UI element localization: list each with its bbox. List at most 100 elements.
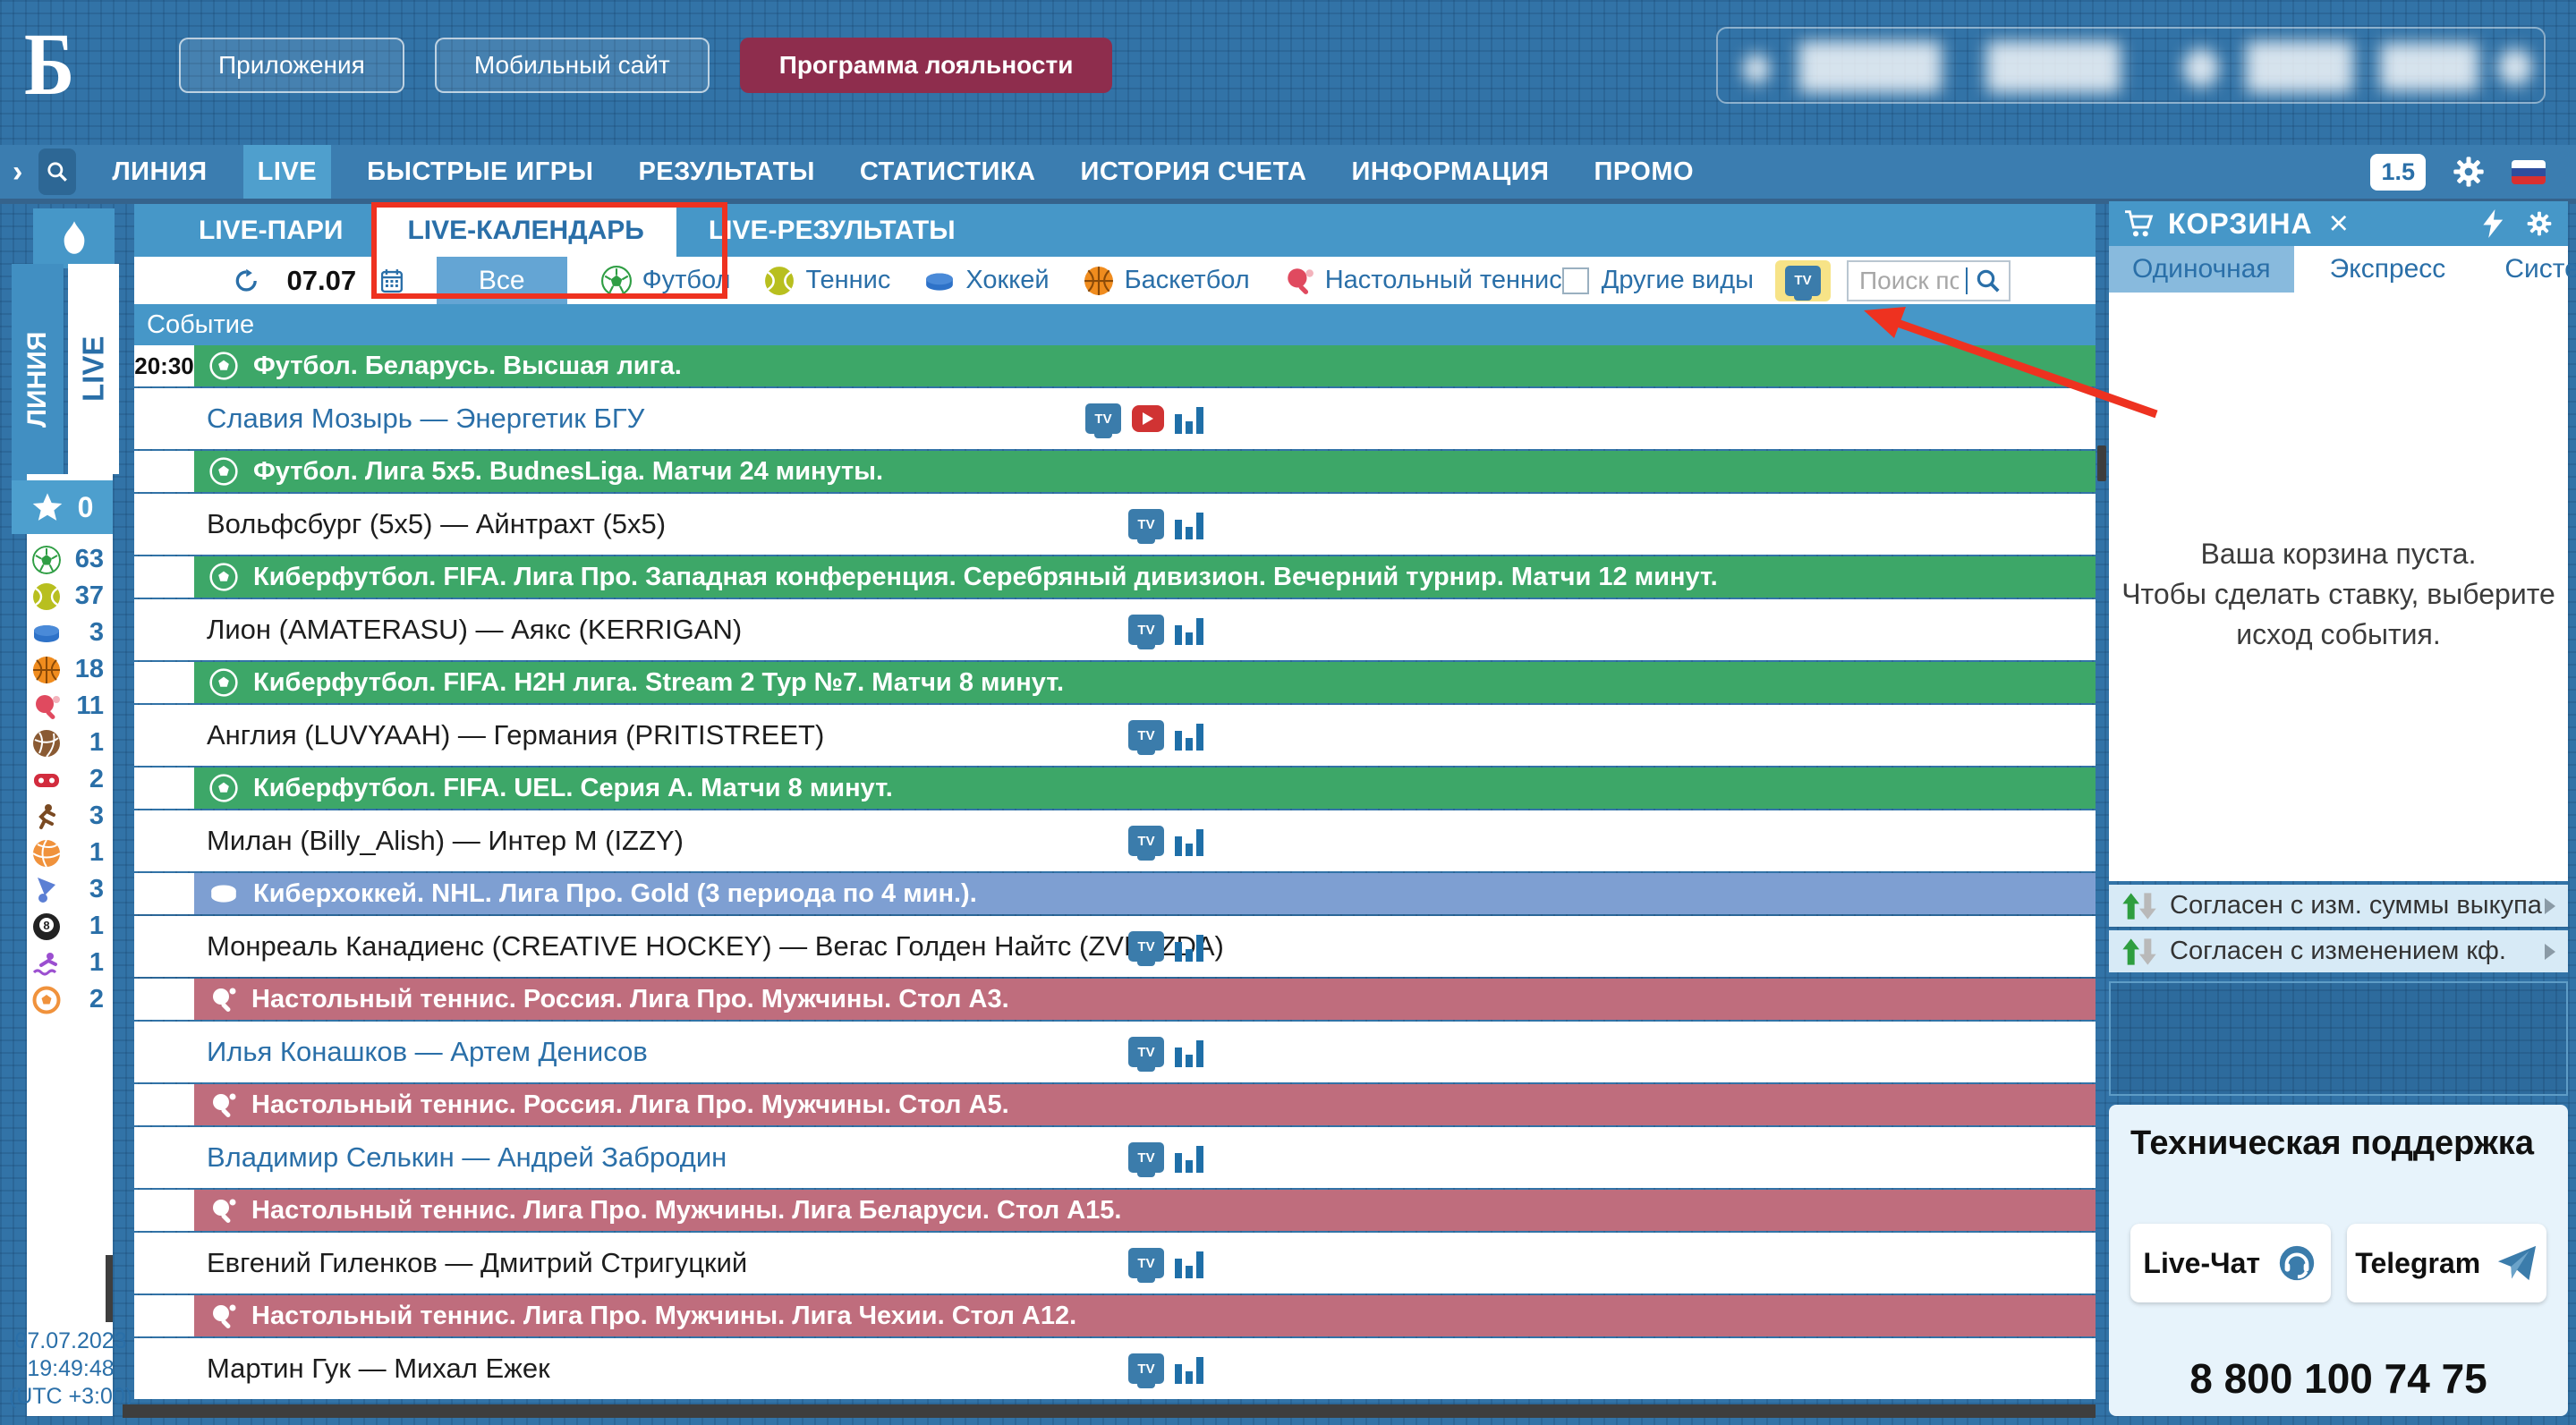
match-row[interactable]: Илья Конашков — Артем Денисов TV <box>134 1022 2096 1082</box>
stats-icon[interactable] <box>1175 1248 1203 1278</box>
tv-filter-button[interactable]: TV <box>1775 260 1831 301</box>
match-row[interactable]: Вольфсбург (5х5) — Айнтрахт (5х5) TV <box>134 494 2096 555</box>
tv-stream-icon[interactable]: TV <box>1128 1037 1164 1067</box>
tv-stream-icon[interactable]: TV <box>1085 403 1121 434</box>
cart-option-odds-change[interactable]: Согласен с изменением кф. <box>2109 930 2568 972</box>
tv-stream-icon[interactable]: TV <box>1128 931 1164 962</box>
nav-item-fast-games[interactable]: БЫСТРЫЕ ИГРЫ <box>358 145 602 199</box>
sidebar-sport-football[interactable]: 63 <box>27 541 113 578</box>
cart-settings-gear-icon[interactable] <box>2525 209 2554 238</box>
match-row[interactable]: Монреаль Канадиенс (CREATIVE HOCKEY) — В… <box>134 916 2096 977</box>
other-sports-checkbox[interactable] <box>1562 267 1589 294</box>
youtube-icon[interactable] <box>1132 405 1164 432</box>
telegram-button[interactable]: Telegram <box>2347 1224 2547 1302</box>
gear-icon[interactable] <box>2451 154 2487 190</box>
language-flag-ru[interactable] <box>2512 160 2546 184</box>
match-title[interactable]: Англия (LUVYAAH) — Германия (PRITISTREET… <box>207 719 824 751</box>
filter-sport-table-tennis[interactable]: Настольный теннис <box>1284 266 1562 296</box>
match-title[interactable]: Мартин Гук — Михал Ежек <box>207 1353 550 1385</box>
stats-icon[interactable] <box>1175 1142 1203 1173</box>
match-row[interactable]: Владимир Селькин — Андрей Забродин TV <box>134 1127 2096 1188</box>
match-row[interactable]: Лион (AMATERASU) — Аякс (KERRIGAN) TV <box>134 599 2096 660</box>
sidebar-sport-futsal[interactable]: 2 <box>27 981 113 1018</box>
tv-stream-icon[interactable]: TV <box>1128 1248 1164 1278</box>
match-row[interactable]: Милан (Billy_Alish) — Интер М (IZZY) TV <box>134 810 2096 871</box>
nav-item-promo[interactable]: ПРОМО <box>1586 145 1704 199</box>
match-title[interactable]: Евгений Гиленков — Дмитрий Стригуцкий <box>207 1247 747 1279</box>
sidebar-sport-tennis[interactable]: 37 <box>27 578 113 615</box>
sidebar-sport-table-tennis[interactable]: 11 <box>27 688 113 725</box>
nav-item-results[interactable]: РЕЗУЛЬТАТЫ <box>629 145 823 199</box>
stats-icon[interactable] <box>1175 1037 1203 1067</box>
expand-chevron-icon[interactable]: › <box>13 155 22 190</box>
apps-button[interactable]: Приложения <box>179 38 404 93</box>
nav-item-line[interactable]: ЛИНИЯ <box>103 145 216 199</box>
tv-stream-icon[interactable]: TV <box>1128 1353 1164 1384</box>
sidebar-sport-water-polo[interactable]: 1 <box>27 945 113 981</box>
favorites-row[interactable]: 0 <box>12 480 113 534</box>
filter-sport-tennis[interactable]: Теннис <box>764 266 890 296</box>
sidebar-scrollbar-thumb[interactable] <box>106 1255 113 1322</box>
nav-item-information[interactable]: ИНФОРМАЦИЯ <box>1342 145 1558 199</box>
sidebar-tab-line[interactable]: ЛИНИЯ <box>12 264 64 495</box>
other-sports-label[interactable]: Другие виды <box>1602 266 1754 295</box>
tab-live-pari[interactable]: LIVE-ПАРИ <box>166 204 375 257</box>
tv-stream-icon[interactable]: TV <box>1128 720 1164 751</box>
league-header-row[interactable]: Киберфутбол. FIFA. UEL. Серия А. Матчи 8… <box>134 768 2096 809</box>
nav-item-bet-history[interactable]: ИСТОРИЯ СЧЕТА <box>1071 145 1315 199</box>
sidebar-sport-billiards[interactable]: 8 1 <box>27 908 113 945</box>
cart-tab-system[interactable]: Система <box>2481 246 2576 293</box>
search-events-input[interactable]: Поиск по <box>1847 260 2011 301</box>
horizontal-scrollbar[interactable] <box>123 1404 2096 1418</box>
match-title[interactable]: Владимир Селькин — Андрей Забродин <box>207 1141 727 1174</box>
hot-events-button[interactable] <box>33 208 115 268</box>
league-header-row[interactable]: Киберфутбол. FIFA. H2H лига. Stream 2 Ту… <box>134 662 2096 703</box>
stats-icon[interactable] <box>1175 720 1203 751</box>
league-header-row[interactable]: Настольный теннис. Россия. Лига Про. Муж… <box>134 979 2096 1020</box>
stats-icon[interactable] <box>1175 615 1203 645</box>
league-header-row[interactable]: Настольный теннис. Россия. Лига Про. Муж… <box>134 1084 2096 1125</box>
tv-stream-icon[interactable]: TV <box>1128 1142 1164 1173</box>
sidebar-sport-cybersport[interactable]: 2 <box>27 761 113 798</box>
match-row[interactable]: Англия (LUVYAAH) — Германия (PRITISTREET… <box>134 705 2096 766</box>
close-icon[interactable]: × <box>2329 207 2349 241</box>
league-header-row[interactable]: Настольный теннис. Лига Про. Мужчины. Ли… <box>134 1295 2096 1336</box>
league-header-row[interactable]: 20:30 Футбол. Беларусь. Высшая лига. <box>134 345 2096 386</box>
sidebar-sport-badminton[interactable]: 3 <box>27 871 113 908</box>
stats-icon[interactable] <box>1175 826 1203 856</box>
match-row[interactable]: Мартин Гук — Михал Ежек TV <box>134 1338 2096 1399</box>
vertical-scrollbar-thumb[interactable] <box>2097 445 2106 481</box>
mobile-site-button[interactable]: Мобильный сайт <box>435 38 710 93</box>
match-title[interactable]: Лион (AMATERASU) — Аякс (KERRIGAN) <box>207 614 742 646</box>
stats-icon[interactable] <box>1175 509 1203 539</box>
cart-option-buyout[interactable]: Согласен с изм. суммы выкупа <box>2109 885 2568 927</box>
match-title[interactable]: Славия Мозырь — Энергетик БГУ <box>207 403 644 435</box>
stats-icon[interactable] <box>1175 403 1203 434</box>
sidebar-sport-ice-hockey[interactable]: 3 <box>27 615 113 651</box>
cart-tab-express[interactable]: Экспресс <box>2307 246 2470 293</box>
match-row[interactable]: Славия Мозырь — Энергетик БГУ TV <box>134 388 2096 449</box>
tv-stream-icon[interactable]: TV <box>1128 826 1164 856</box>
refresh-icon[interactable] <box>234 263 258 299</box>
filter-sport-basketball[interactable]: Баскетбол <box>1084 266 1250 296</box>
league-header-row[interactable]: Настольный теннис. Лига Про. Мужчины. Ли… <box>134 1190 2096 1231</box>
match-title[interactable]: Милан (Billy_Alish) — Интер М (IZZY) <box>207 825 684 857</box>
sidebar-sport-volleyball[interactable]: 1 <box>27 835 113 871</box>
quick-bet-bolt-icon[interactable] <box>2482 209 2505 238</box>
search-icon[interactable] <box>1975 267 2002 294</box>
nav-item-statistics[interactable]: СТАТИСТИКА <box>851 145 1045 199</box>
sidebar-tab-live[interactable]: LIVE <box>68 264 119 474</box>
sidebar-sport-basketball[interactable]: 18 <box>27 651 113 688</box>
league-header-row[interactable]: Футбол. Лига 5x5. BudnesLiga. Матчи 24 м… <box>134 451 2096 492</box>
match-title[interactable]: Вольфсбург (5х5) — Айнтрахт (5х5) <box>207 508 666 540</box>
loyalty-program-button[interactable]: Программа лояльности <box>740 38 1113 93</box>
tv-stream-icon[interactable]: TV <box>1128 615 1164 645</box>
stats-icon[interactable] <box>1175 1353 1203 1384</box>
live-chat-button[interactable]: Live-Чат <box>2130 1224 2331 1302</box>
search-button[interactable] <box>38 148 76 195</box>
cart-tab-single[interactable]: Одиночная <box>2109 246 2294 293</box>
match-title[interactable]: Илья Конашков — Артем Денисов <box>207 1036 648 1068</box>
sidebar-sport-volleyball-brown[interactable]: 1 <box>27 725 113 761</box>
scale-badge[interactable]: 1.5 <box>2370 154 2426 191</box>
match-row[interactable]: Евгений Гиленков — Дмитрий Стригуцкий TV <box>134 1233 2096 1294</box>
